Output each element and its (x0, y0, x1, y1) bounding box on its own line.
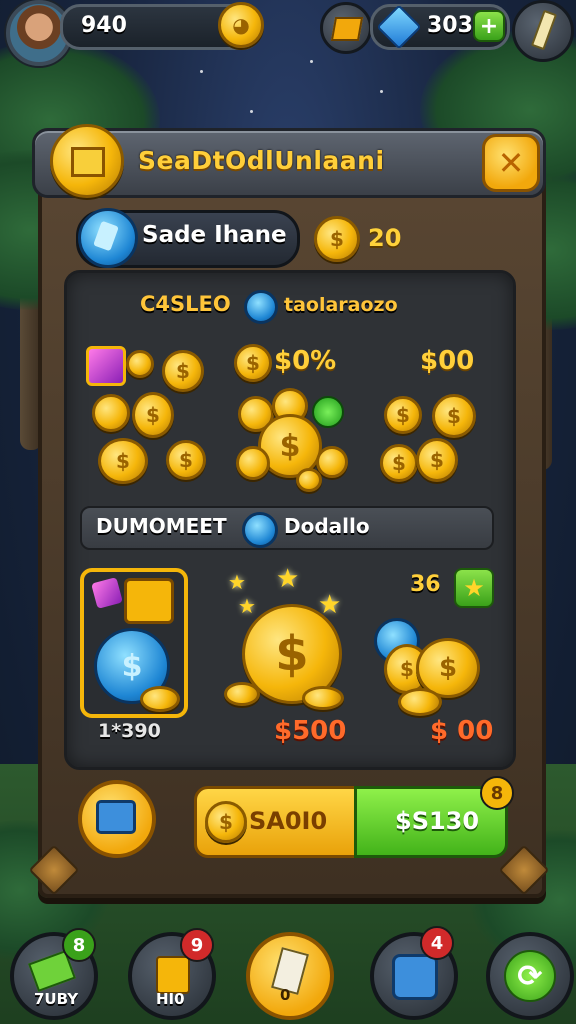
star-icon: ★ (276, 564, 300, 594)
coin-icon: $ (132, 392, 174, 438)
coin-icon (126, 350, 154, 378)
refresh-icon: ⟳ (504, 950, 556, 1002)
item-price-3: $ 00 (430, 716, 494, 746)
coin-icon: $ (432, 394, 476, 438)
coin-icon (236, 446, 270, 480)
coin-icon (316, 446, 348, 478)
add-gems-button[interactable]: + (473, 10, 505, 42)
gem-icon (86, 346, 126, 386)
coin-icon: $ (98, 438, 148, 484)
section-one-sublabel: taolaraozo (284, 294, 398, 316)
nav-main-button[interactable] (246, 932, 334, 1020)
balance-coin-icon: $ (314, 216, 360, 262)
coin-icon: $ (166, 440, 206, 480)
nav-cash-label: 7UBY (34, 990, 79, 1008)
nav-main-label: 0 (280, 986, 291, 1004)
chest-icon[interactable] (320, 2, 372, 54)
coin-icon: $ (205, 801, 247, 843)
nav-refresh-button[interactable]: ⟳ (486, 932, 574, 1020)
offer-price-3: $00 (420, 346, 475, 376)
top-bar: 940 ◕ 303 + (0, 0, 576, 66)
offer-price-2: $0% (274, 346, 337, 376)
jar-icon (156, 956, 190, 994)
item-price-1: 1*390 (98, 720, 161, 742)
dice-icon (392, 954, 438, 1000)
item-price-2: $500 (274, 716, 347, 746)
gem-icon (376, 4, 422, 50)
shop-chest-icon (50, 124, 124, 198)
tv-icon (96, 800, 136, 834)
section-one-label: C4SLEO (140, 292, 231, 316)
panel-title: SeaDtOdlUnlaani (138, 146, 385, 175)
coin-icon: $ (162, 350, 204, 392)
close-button[interactable]: ✕ (482, 134, 540, 192)
gem-count: 303 (427, 13, 473, 38)
coin-icon (224, 682, 260, 706)
nav-inventory-badge: 9 (180, 928, 214, 962)
buy-cash-label: $S130 (395, 807, 480, 835)
gem-counter: 303 + (370, 4, 510, 50)
coin-icon: $ (416, 438, 458, 482)
coin-count: 940 (81, 13, 127, 38)
coin-icon: $ (384, 396, 422, 434)
nav-dice-badge: 4 (420, 926, 454, 960)
nav-cash-badge: 8 (62, 928, 96, 962)
buy-badge: 8 (480, 776, 514, 810)
gem-icon (91, 577, 123, 609)
favorite-button[interactable]: ★ (454, 568, 494, 608)
shop-tab-label: Sade Ihane (142, 222, 287, 248)
info-icon[interactable] (244, 290, 278, 324)
coin-icon[interactable]: ◕ (218, 2, 264, 48)
info-icon[interactable] (242, 512, 278, 548)
star-icon: ★ (228, 570, 246, 594)
coin-icon (140, 686, 180, 712)
section-two-label: DUMOMEET (96, 514, 227, 538)
chest-icon (124, 578, 174, 624)
coin-icon: $ (380, 444, 418, 482)
card-icon (78, 208, 138, 268)
item-counter: 36 (410, 572, 441, 597)
coin-icon (302, 686, 344, 710)
settings-icon[interactable] (512, 0, 574, 62)
coin-icon: $ (234, 344, 272, 382)
coin-icon (92, 394, 130, 432)
coin-icon (398, 688, 442, 716)
buy-coins-button[interactable]: $ SA0I0 (194, 786, 364, 858)
coin-icon (296, 468, 322, 492)
buy-coins-label: SA0I0 (249, 807, 328, 835)
nav-inventory-label: HI0 (156, 990, 185, 1008)
section-two-sublabel: Dodallo (284, 514, 370, 538)
balance-amount: 20 (368, 224, 402, 252)
